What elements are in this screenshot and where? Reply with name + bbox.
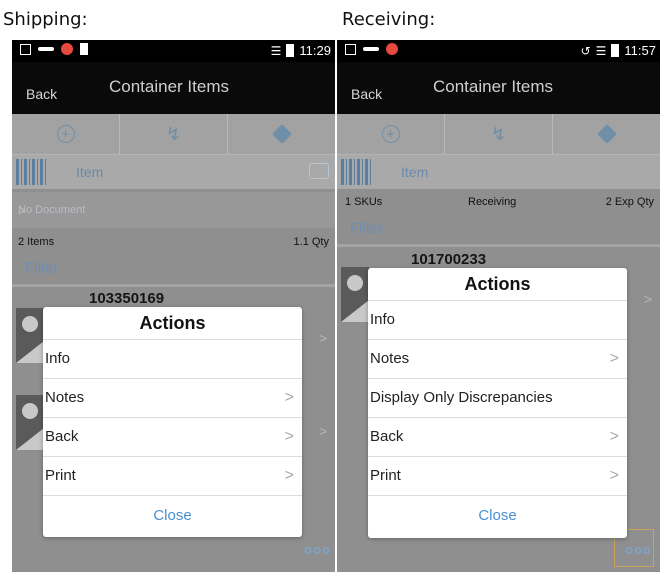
item-count: 2 Items (18, 236, 55, 248)
battery-icon (611, 44, 620, 57)
filter-label: Filter (350, 220, 384, 237)
back-button[interactable]: Back (351, 86, 382, 102)
battery-icon (286, 44, 295, 57)
chevron-right-icon: > (609, 428, 619, 445)
action-label: Info (45, 350, 71, 367)
item-image-icon (341, 267, 369, 322)
lightning-icon: ↯ (165, 123, 182, 144)
action-print[interactable]: Print > (43, 457, 302, 496)
item-label: Item (76, 164, 104, 180)
image-notification-icon (345, 43, 356, 55)
container-button[interactable] (553, 114, 660, 154)
plus-circle-icon: + (56, 125, 75, 143)
actions-dialog: Actions Info Notes > Back > Print > Clos… (43, 307, 302, 537)
page-title: Container Items (433, 77, 553, 96)
dialog-title: Actions (43, 307, 302, 340)
status-bar: ↺ ☰ 11:57 (337, 40, 660, 62)
key-icon (363, 47, 379, 51)
shipping-caption: Shipping: (3, 9, 88, 30)
action-toolbar: + ↯ (337, 114, 660, 155)
sku-count: 1 SKUs (345, 196, 383, 208)
item-label: Item (401, 164, 429, 180)
chevron-right-icon: > (284, 428, 294, 445)
alert-icon (61, 43, 73, 55)
chevron-right-icon: > (318, 330, 327, 346)
document-row[interactable]: No Document > (12, 192, 335, 228)
chevron-right-icon: > (284, 389, 294, 406)
barcode-icon (16, 159, 46, 185)
action-notes[interactable]: Notes > (368, 340, 627, 379)
back-button[interactable]: Back (26, 86, 57, 102)
camera-icon[interactable] (309, 163, 329, 179)
more-options-button[interactable]: ooo (304, 542, 331, 557)
rotation-icon: ↺ (580, 43, 591, 58)
action-label: Info (370, 311, 396, 328)
action-label: Back (370, 428, 404, 445)
filter-label: Filter (25, 260, 59, 277)
chevron-right-icon: > (609, 467, 619, 484)
status-time: 11:29 (299, 43, 331, 58)
receiving-status: Receiving (468, 196, 517, 208)
action-print[interactable]: Print > (368, 457, 627, 496)
app-title-bar: Back Container Items (12, 62, 335, 114)
action-back[interactable]: Back > (368, 418, 627, 457)
action-label: Notes (370, 350, 410, 367)
item-image-icon (16, 308, 44, 363)
more-options-button[interactable]: ooo (625, 542, 652, 557)
chevron-right-icon: > (318, 423, 327, 439)
action-display-only-discrepancies[interactable]: Display Only Discrepancies (368, 379, 627, 418)
cube-icon (596, 124, 617, 144)
action-toolbar: + ↯ (12, 114, 335, 155)
action-label: Notes (45, 389, 85, 406)
actions-dialog: Actions Info Notes > Display Only Discre… (368, 268, 627, 538)
wifi-icon: ☰ (270, 43, 282, 58)
status-bar: ☰ 11:29 (12, 40, 335, 62)
total-qty: 1.1 Qty (293, 236, 329, 248)
add-button[interactable]: + (337, 114, 445, 154)
key-icon (38, 47, 54, 51)
alert-icon (386, 43, 398, 55)
barcode-icon (341, 159, 371, 185)
action-label: Print (45, 467, 76, 484)
chevron-right-icon: > (609, 350, 619, 367)
item-scan-row[interactable]: Item (337, 155, 660, 189)
image-notification-icon (20, 43, 31, 55)
plus-circle-icon: + (381, 125, 400, 143)
container-button[interactable] (228, 114, 335, 154)
close-button[interactable]: Close (368, 496, 627, 536)
chevron-right-icon: > (284, 467, 294, 484)
dialog-title: Actions (368, 268, 627, 301)
chevron-right-icon: > (18, 202, 27, 218)
divider (12, 284, 335, 287)
add-button[interactable]: + (12, 114, 120, 154)
status-time: 11:57 (624, 43, 656, 58)
wifi-icon: ☰ (595, 43, 607, 58)
lightning-icon: ↯ (490, 123, 507, 144)
item-scan-row[interactable]: Item (12, 155, 335, 189)
action-info[interactable]: Info (43, 340, 302, 379)
app-title-bar: Back Container Items (337, 62, 660, 114)
receiving-caption: Receiving: (342, 9, 436, 30)
sku-number: 103350169 (89, 290, 165, 307)
shipping-phone-screen: ☰ 11:29 Back Container Items + ↯ Item No… (12, 40, 335, 572)
cube-icon (271, 124, 292, 144)
action-label: Display Only Discrepancies (370, 389, 553, 406)
receiving-phone-screen: ↺ ☰ 11:57 Back Container Items + ↯ Item … (337, 40, 660, 572)
page-title: Container Items (109, 77, 229, 96)
action-notes[interactable]: Notes > (43, 379, 302, 418)
quick-action-button[interactable]: ↯ (445, 114, 553, 154)
quick-action-button[interactable]: ↯ (120, 114, 228, 154)
item-image-icon (16, 395, 44, 450)
chevron-right-icon: > (643, 291, 652, 307)
divider (337, 244, 660, 247)
action-info[interactable]: Info (368, 301, 627, 340)
action-label: Print (370, 467, 401, 484)
storage-icon (80, 43, 88, 55)
expected-qty: 2 Exp Qty (605, 196, 654, 208)
sku-number: 101700233 (411, 251, 487, 268)
close-button[interactable]: Close (43, 496, 302, 536)
action-back[interactable]: Back > (43, 418, 302, 457)
action-label: Back (45, 428, 79, 445)
